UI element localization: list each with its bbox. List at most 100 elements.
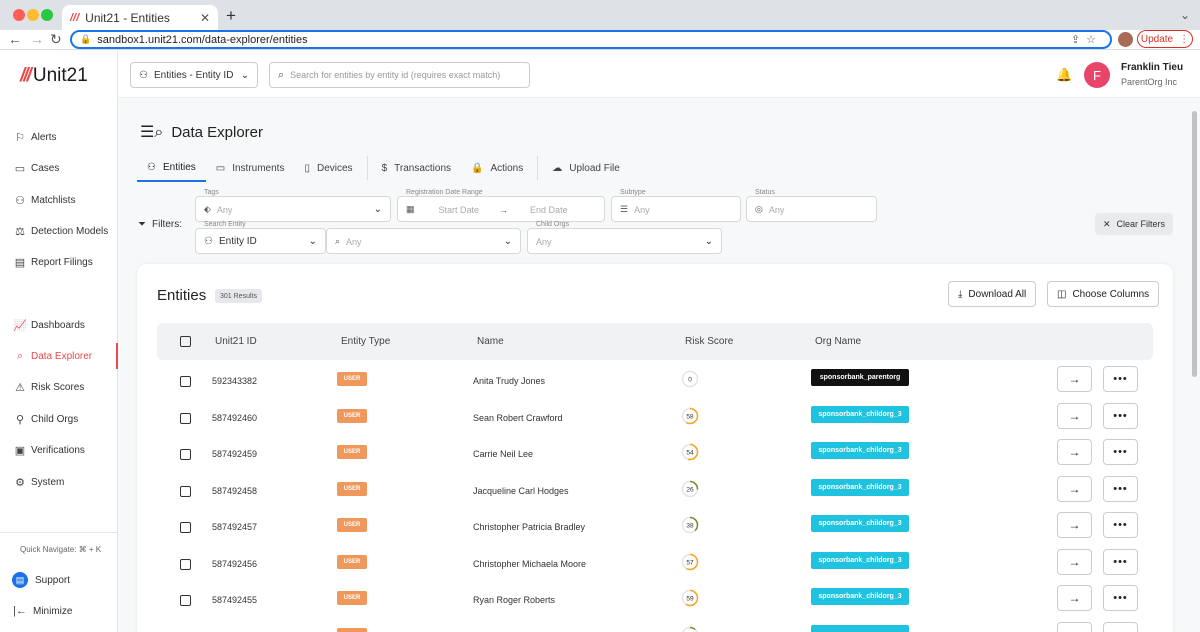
column-header-unit21-id[interactable]: Unit21 ID <box>215 336 257 347</box>
user-avatar[interactable]: F <box>1084 62 1110 88</box>
zoom-window-button[interactable] <box>41 9 53 21</box>
sidebar-item-system[interactable]: ⚙ System <box>0 469 118 495</box>
global-search-input[interactable]: ⌕ Search for entities by entity id (requ… <box>269 62 530 88</box>
tab-instruments[interactable]: ▭ Instruments <box>206 154 295 182</box>
more-options-icon[interactable]: ••• <box>1103 475 1138 502</box>
row-checkbox[interactable] <box>180 449 191 460</box>
forward-arrow-icon[interactable]: → <box>30 31 44 47</box>
browser-toolbar: ← → ↻ 🔒 sandbox1.unit21.com/data-explore… <box>0 30 1200 50</box>
tab-actions[interactable]: 🔒 Actions <box>461 154 533 182</box>
open-entity-arrow-icon[interactable]: → <box>1057 512 1092 538</box>
update-button[interactable]: Update ⋮ <box>1137 30 1193 48</box>
choose-columns-button[interactable]: ◫ Choose Columns <box>1047 281 1160 307</box>
sidebar-item-detection-models[interactable]: ⚖ Detection Models <box>0 218 118 244</box>
close-window-button[interactable] <box>13 9 25 21</box>
column-header-risk-score[interactable]: Risk Score <box>685 336 733 347</box>
sidebar-item-label: Child Orgs <box>31 413 79 425</box>
clear-filters-button[interactable]: ✕ Clear Filters <box>1095 213 1173 235</box>
table-row[interactable]: 587492458 USER Jacqueline Carl Hodges 26 spo… <box>157 474 1153 510</box>
row-checkbox[interactable] <box>180 412 191 424</box>
share-and-star-icons[interactable]: ⇪☆ <box>1071 33 1102 46</box>
tab-close-icon[interactable]: ✕ <box>200 11 210 25</box>
column-header-entity-type[interactable]: Entity Type <box>341 336 390 347</box>
more-options-icon[interactable]: ••• <box>1103 621 1138 632</box>
table-row[interactable]: 587492460 USER Sean Robert Crawford 58 spons… <box>157 401 1153 437</box>
scale-icon: ⚖ <box>15 225 25 238</box>
open-entity-arrow-icon[interactable]: → <box>1057 621 1092 632</box>
open-entity-arrow-icon[interactable]: → <box>1057 475 1092 502</box>
row-checkbox[interactable] <box>180 558 191 570</box>
column-header-org-name[interactable]: Org Name <box>815 336 861 347</box>
tab-transactions[interactable]: $ Transactions <box>372 154 461 182</box>
table-row[interactable]: 587492457 USER Christopher Patricia Bradle… <box>157 510 1153 546</box>
row-checkbox[interactable] <box>180 595 191 606</box>
sidebar-item-matchlists[interactable]: ⚇ Matchlists <box>0 187 118 213</box>
subtype-filter[interactable]: Subtype ☰ Any <box>611 189 741 222</box>
tab-entities[interactable]: ⚇ Entities <box>137 154 206 182</box>
open-entity-arrow-icon[interactable]: → <box>1057 402 1092 429</box>
sidebar-item-child-orgs[interactable]: ⚲ Child Orgs <box>0 406 118 432</box>
more-options-icon[interactable]: ••• <box>1103 585 1138 611</box>
more-options-icon[interactable]: ••• <box>1103 439 1138 465</box>
notifications-bell-icon[interactable]: 🔔 <box>1056 67 1072 83</box>
entity-type-select[interactable]: ⚇ Entities - Entity ID ⌄ <box>130 62 258 88</box>
table-row[interactable]: 587492456 USER Christopher Michaela Moore 5… <box>157 547 1153 583</box>
sidebar-item-verifications[interactable]: ▣ Verifications <box>0 437 118 463</box>
end-date-placeholder[interactable]: End Date <box>530 205 568 215</box>
search-entity-input[interactable]: ⌕ Any ⌄ <box>326 228 521 254</box>
table-row[interactable]: 592343382 USER Anita Trudy Jones 0 sponsorba… <box>157 364 1153 400</box>
sidebar-item-risk-scores[interactable]: ⚠ Risk Scores <box>0 374 118 400</box>
table-row[interactable]: 587492455 USER Ryan Roger Roberts 59 sponsor… <box>157 583 1153 619</box>
new-tab-button[interactable]: + <box>226 6 236 26</box>
table-row[interactable]: → ••• <box>157 620 1153 632</box>
row-checkbox[interactable] <box>180 376 191 387</box>
open-entity-arrow-icon[interactable]: → <box>1057 366 1092 392</box>
address-bar[interactable]: 🔒 sandbox1.unit21.com/data-explorer/enti… <box>70 30 1112 49</box>
risk-score-value: 26 <box>686 486 694 493</box>
download-all-button[interactable]: ⤓ Download All <box>948 281 1037 307</box>
sidebar-item-report-filings[interactable]: ▤ Report Filings <box>0 249 118 275</box>
row-checkbox[interactable] <box>180 522 191 533</box>
tab-devices[interactable]: ▯ Devices <box>294 154 362 182</box>
address-bar-url[interactable]: sandbox1.unit21.com/data-explorer/entiti… <box>97 34 1071 46</box>
search-entity-type-select[interactable]: Search Entity ⚇ Entity ID ⌄ <box>195 221 326 254</box>
reload-icon[interactable]: ↻ <box>50 31 62 48</box>
cell-name: Christopher Patricia Bradley <box>473 522 586 532</box>
support-button[interactable]: ▤ Support <box>0 567 118 593</box>
open-entity-arrow-icon[interactable]: → <box>1057 548 1092 575</box>
more-options-icon[interactable]: ••• <box>1103 512 1138 538</box>
subtype-filter-value: Any <box>634 204 650 215</box>
more-options-icon[interactable]: ••• <box>1103 366 1138 392</box>
registration-date-range-filter[interactable]: Registration Date Range ▦ Start Date → E… <box>397 189 605 222</box>
sidebar-item-alerts[interactable]: ⚐ Alerts <box>0 124 118 150</box>
page-scrollbar[interactable] <box>1192 111 1197 377</box>
sidebar-item-data-explorer[interactable]: ⌕ Data Explorer <box>0 343 118 369</box>
minimize-window-button[interactable] <box>27 9 39 21</box>
more-options-icon[interactable]: ••• <box>1103 548 1138 575</box>
sidebar-item-dashboards[interactable]: 📈 Dashboards <box>0 312 118 338</box>
row-checkbox[interactable] <box>180 485 191 497</box>
sidebar-item-label: Data Explorer <box>31 350 93 362</box>
tab-upload-file[interactable]: ☁ Upload File <box>542 154 630 182</box>
list-icon: ☰ <box>620 204 629 214</box>
back-arrow-icon[interactable]: ← <box>8 31 22 47</box>
status-filter[interactable]: Status ◎ Any <box>746 189 877 222</box>
select-all-checkbox[interactable] <box>180 336 191 347</box>
open-entity-arrow-icon[interactable]: → <box>1057 439 1092 465</box>
browser-tab[interactable]: /// Unit21 - Entities ✕ <box>62 5 218 30</box>
tab-label: Transactions <box>394 162 451 174</box>
column-header-name[interactable]: Name <box>477 336 504 347</box>
sidebar-item-cases[interactable]: ▭ Cases <box>0 155 118 181</box>
open-entity-arrow-icon[interactable]: → <box>1057 585 1092 611</box>
minimize-sidebar-button[interactable]: |← Minimize <box>0 598 118 624</box>
start-date-placeholder[interactable]: Start Date <box>439 205 480 215</box>
page-title-text: Data Explorer <box>171 123 264 141</box>
arrow-right-icon: → <box>499 204 509 215</box>
tags-filter[interactable]: Tags ⬖ Any ⌄ <box>195 189 391 222</box>
tab-search-chevron-icon[interactable]: ⌄ <box>1180 8 1190 22</box>
table-row[interactable]: 587492459 USER Carrie Neil Lee 54 sponsorban… <box>157 437 1153 473</box>
child-orgs-filter[interactable]: Child Orgs Any ⌄ <box>527 221 722 254</box>
unit21-logo[interactable]: /// Unit21 <box>20 65 88 87</box>
more-options-icon[interactable]: ••• <box>1103 402 1138 429</box>
profile-avatar[interactable] <box>1118 32 1133 47</box>
